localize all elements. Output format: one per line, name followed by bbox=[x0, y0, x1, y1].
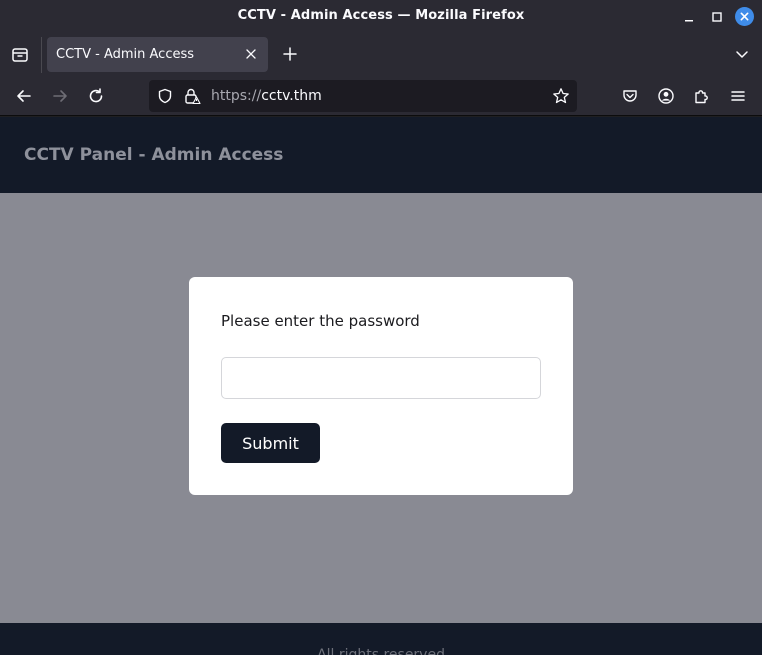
password-input[interactable] bbox=[221, 357, 541, 399]
forward-arrow-icon[interactable] bbox=[48, 84, 72, 108]
list-tabs-chevron-icon[interactable] bbox=[732, 44, 752, 64]
page-title: CCTV Panel - Admin Access bbox=[24, 145, 284, 165]
tab-divider bbox=[41, 37, 42, 73]
reload-icon[interactable] bbox=[84, 84, 108, 108]
tracking-protection-shield-icon[interactable] bbox=[156, 87, 174, 105]
submit-button[interactable]: Submit bbox=[221, 423, 320, 463]
tab-cctv-admin-access[interactable]: CCTV - Admin Access bbox=[47, 37, 268, 72]
back-arrow-icon[interactable] bbox=[12, 84, 36, 108]
site-header: CCTV Panel - Admin Access bbox=[0, 117, 762, 193]
navigation-toolbar: https://cctv.thm bbox=[0, 76, 762, 116]
bookmark-star-icon[interactable] bbox=[552, 87, 570, 105]
web-page: CCTV Panel - Admin Access Please enter t… bbox=[0, 117, 762, 655]
close-tab-icon[interactable] bbox=[243, 46, 259, 62]
account-icon[interactable] bbox=[654, 84, 678, 108]
login-card: Please enter the password Submit bbox=[189, 277, 573, 495]
tab-strip: CCTV - Admin Access bbox=[0, 33, 762, 76]
browser-window: CCTV - Admin Access — Mozilla Firefox CC… bbox=[0, 0, 762, 655]
minimize-icon[interactable] bbox=[680, 8, 698, 26]
hamburger-menu-icon[interactable] bbox=[726, 84, 750, 108]
window-title: CCTV - Admin Access — Mozilla Firefox bbox=[237, 8, 525, 23]
url-host: cctv.thm bbox=[261, 88, 322, 104]
footer-text: All rights reserved bbox=[317, 647, 445, 655]
password-prompt: Please enter the password bbox=[221, 312, 420, 330]
close-window-icon[interactable] bbox=[735, 7, 754, 26]
url-protocol: https:// bbox=[211, 88, 262, 104]
address-bar[interactable]: https://cctv.thm bbox=[149, 80, 577, 112]
tab-label: CCTV - Admin Access bbox=[56, 47, 195, 62]
extensions-puzzle-icon[interactable] bbox=[690, 84, 714, 108]
title-bar: CCTV - Admin Access — Mozilla Firefox bbox=[0, 0, 762, 33]
new-tab-plus-icon[interactable] bbox=[280, 44, 300, 64]
insecure-lock-warning-icon[interactable] bbox=[183, 87, 201, 105]
firefox-view-icon[interactable] bbox=[8, 43, 32, 67]
pocket-icon[interactable] bbox=[618, 84, 642, 108]
maximize-icon[interactable] bbox=[708, 8, 726, 26]
site-footer: All rights reserved bbox=[0, 623, 762, 655]
url-text[interactable]: https://cctv.thm bbox=[211, 88, 322, 104]
